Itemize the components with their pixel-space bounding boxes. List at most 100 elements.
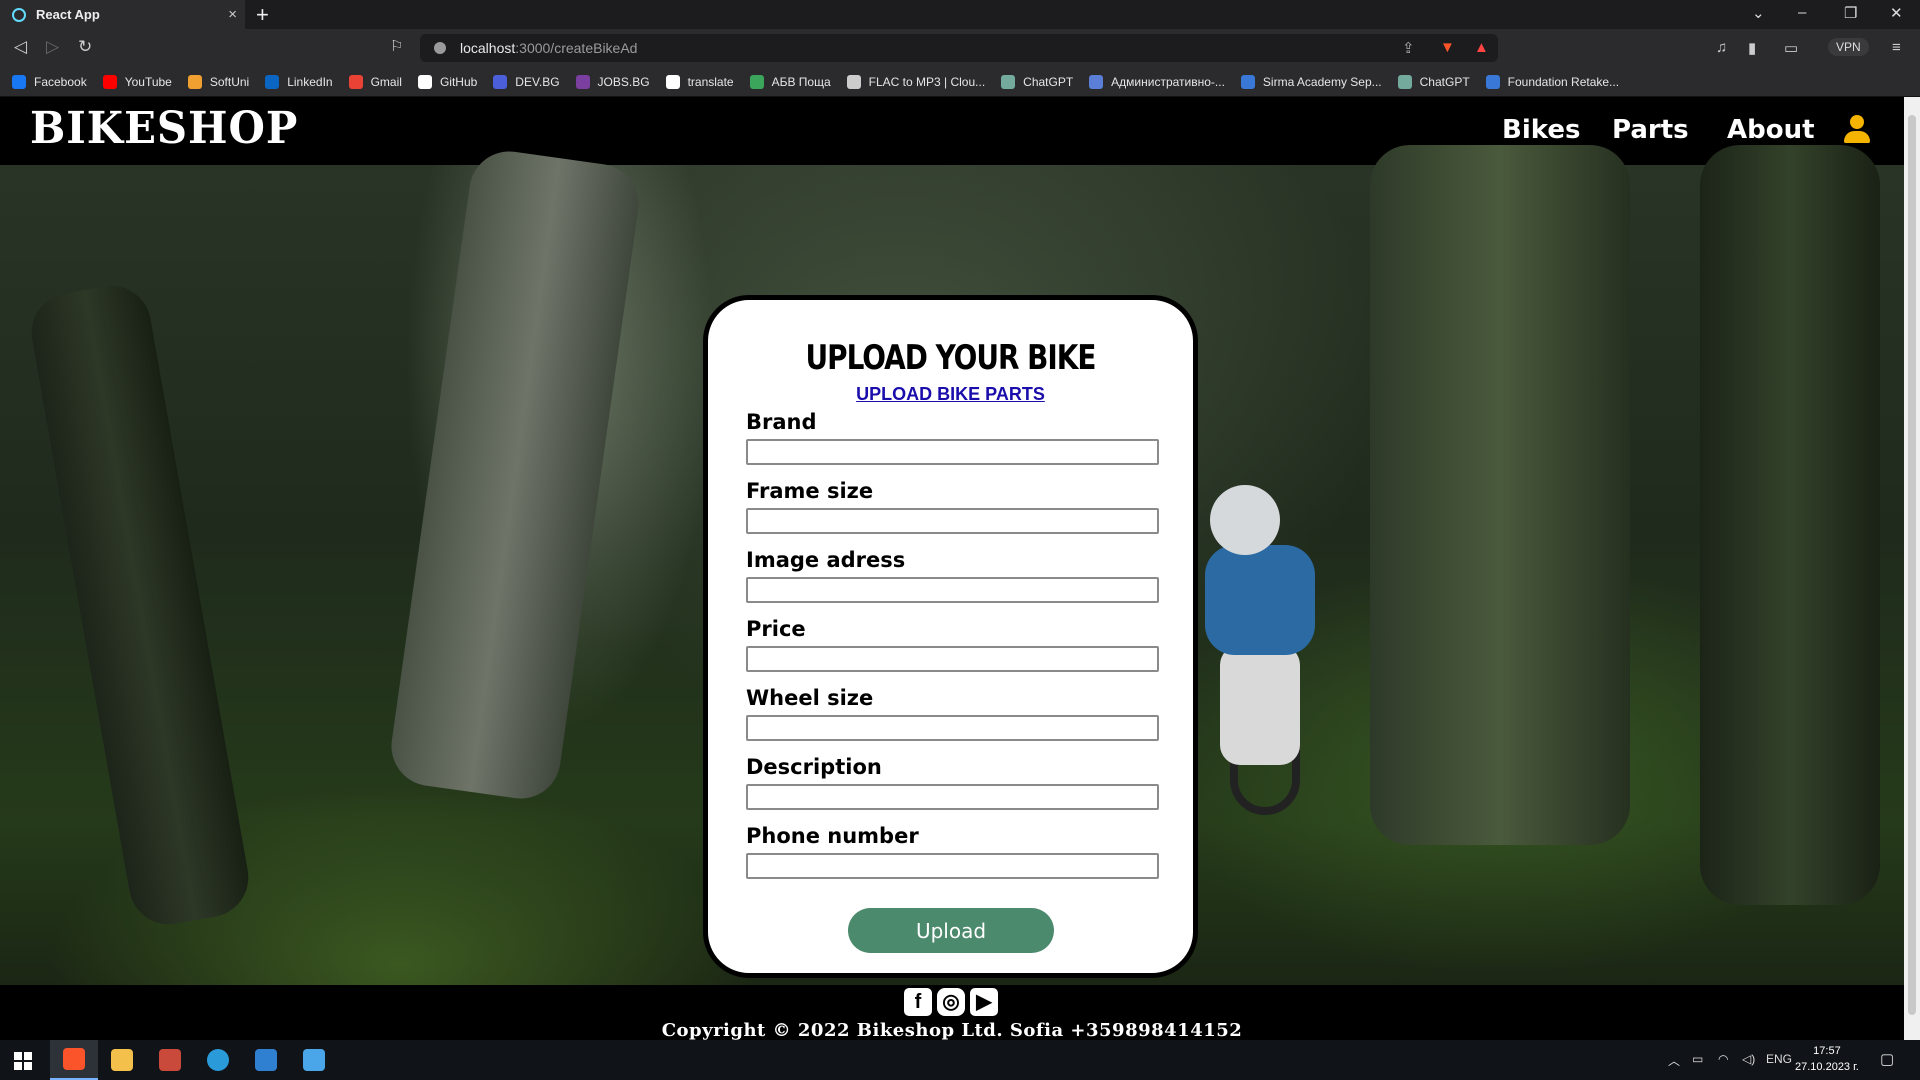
upload-bike-form: UPLOAD YOUR BIKE UPLOAD BIKE PARTS Brand… bbox=[703, 295, 1198, 978]
brand-input[interactable] bbox=[746, 439, 1159, 465]
wheel-size-input[interactable] bbox=[746, 715, 1159, 741]
menu-icon[interactable]: ≡ bbox=[1892, 39, 1901, 56]
reload-button[interactable]: ↻ bbox=[78, 37, 92, 57]
hero-forest-background: UPLOAD YOUR BIKE UPLOAD BIKE PARTS Brand… bbox=[0, 145, 1904, 985]
bookmark-item[interactable]: Facebook bbox=[12, 74, 87, 89]
price-label: Price bbox=[746, 617, 806, 641]
instagram-icon[interactable]: ◎ bbox=[937, 988, 965, 1016]
site-logo[interactable]: BIKESHOP bbox=[30, 103, 298, 154]
tab-react-app[interactable]: React App × bbox=[0, 0, 245, 29]
wallet-icon[interactable]: ▭ bbox=[1784, 39, 1798, 57]
description-input[interactable] bbox=[746, 784, 1159, 810]
bookmark-item[interactable]: DEV.BG bbox=[493, 74, 560, 89]
wifi-icon[interactable]: ◠ bbox=[1718, 1052, 1728, 1066]
volume-icon[interactable]: ◁) bbox=[1742, 1052, 1755, 1066]
windows-taskbar: ︿ ▭ ◠ ◁) ENG 17:57 27.10.2023 г. ▢ bbox=[0, 1040, 1920, 1080]
bookmark-item[interactable]: translate bbox=[665, 74, 734, 89]
phone-number-label: Phone number bbox=[746, 824, 919, 848]
url-bar[interactable]: localhost :3000/createBikeAd bbox=[420, 34, 1498, 62]
taskbar-edge-icon[interactable] bbox=[194, 1040, 242, 1080]
language-indicator[interactable]: ENG bbox=[1766, 1052, 1792, 1066]
forward-button[interactable]: ▷ bbox=[46, 37, 59, 57]
site-info-icon[interactable] bbox=[434, 42, 446, 54]
bookmark-favicon-icon bbox=[749, 74, 764, 89]
vpn-button[interactable]: VPN bbox=[1828, 38, 1869, 56]
tab-close-icon[interactable]: × bbox=[228, 6, 237, 23]
vscode-glyph bbox=[255, 1049, 277, 1071]
instagram-glyph: ◎ bbox=[942, 991, 960, 1013]
media-icon[interactable]: ♫ bbox=[1716, 39, 1727, 56]
tree-trunk bbox=[1700, 145, 1880, 905]
bookmark-item[interactable]: Административно-... bbox=[1089, 74, 1225, 89]
bookmark-label: DEV.BG bbox=[515, 74, 560, 89]
taskbar-app-icon[interactable] bbox=[146, 1040, 194, 1080]
system-clock[interactable]: 17:57 27.10.2023 г. bbox=[1795, 1043, 1859, 1075]
page-scrollbar[interactable] bbox=[1904, 97, 1920, 1040]
react-icon bbox=[12, 7, 26, 22]
sidebar-icon[interactable]: ▮ bbox=[1748, 39, 1756, 57]
taskbar-vscode-icon[interactable] bbox=[242, 1040, 290, 1080]
description-label: Description bbox=[746, 755, 882, 779]
bookmark-label: ChatGPT bbox=[1419, 74, 1470, 89]
nav-bikes[interactable]: Bikes bbox=[1502, 115, 1580, 145]
phone-number-input[interactable] bbox=[746, 853, 1159, 879]
windows-start-icon[interactable] bbox=[14, 1052, 32, 1070]
rider-helmet bbox=[1210, 485, 1280, 555]
taskbar-explorer-icon[interactable] bbox=[98, 1040, 146, 1080]
maximize-button[interactable]: ❐ bbox=[1844, 4, 1857, 22]
bookmark-label: Sirma Academy Sep... bbox=[1262, 74, 1382, 89]
close-window-button[interactable]: ✕ bbox=[1890, 4, 1903, 22]
bookmark-item[interactable]: YouTube bbox=[102, 74, 172, 89]
bookmark-item[interactable]: Sirma Academy Sep... bbox=[1240, 74, 1382, 89]
battery-icon[interactable]: ▭ bbox=[1692, 1052, 1703, 1066]
back-button[interactable]: ◁ bbox=[14, 37, 27, 57]
bookmark-item[interactable]: ChatGPT bbox=[1397, 74, 1470, 89]
bookmark-favicon-icon bbox=[348, 74, 363, 89]
paint-glyph bbox=[303, 1049, 325, 1071]
bookmark-item[interactable]: Foundation Retake... bbox=[1485, 74, 1619, 89]
bookmark-item[interactable]: SoftUni bbox=[187, 74, 250, 89]
bookmark-icon[interactable]: ⚐ bbox=[390, 37, 403, 55]
bookmark-item[interactable]: LinkedIn bbox=[265, 74, 333, 89]
brave-rewards-icon[interactable]: ▲ bbox=[1474, 39, 1489, 56]
bookmark-favicon-icon bbox=[102, 74, 117, 89]
facebook-icon[interactable]: f bbox=[904, 988, 932, 1016]
bookmark-item[interactable]: GitHub bbox=[417, 74, 477, 89]
bookmark-item[interactable]: ChatGPT bbox=[1001, 74, 1073, 89]
bookmark-label: YouTube bbox=[124, 74, 172, 89]
upload-button[interactable]: Upload bbox=[848, 908, 1054, 953]
bookmark-item[interactable]: АБВ Поща bbox=[749, 74, 831, 89]
new-tab-button[interactable]: + bbox=[256, 2, 269, 28]
edge-glyph bbox=[207, 1049, 229, 1071]
nav-parts[interactable]: Parts bbox=[1612, 115, 1689, 145]
bookmark-favicon-icon bbox=[1397, 74, 1412, 89]
vpn-label: VPN bbox=[1836, 40, 1861, 54]
tray-chevron-icon[interactable]: ︿ bbox=[1668, 1052, 1680, 1069]
taskbar-paint-icon[interactable] bbox=[290, 1040, 338, 1080]
bookmark-favicon-icon bbox=[187, 74, 202, 89]
scrollbar-thumb[interactable] bbox=[1908, 115, 1916, 1015]
start-tile bbox=[24, 1052, 32, 1060]
bookmark-favicon-icon bbox=[493, 74, 508, 89]
minimize-button[interactable]: – bbox=[1798, 4, 1806, 21]
tab-list-icon[interactable]: ⌄ bbox=[1752, 4, 1765, 22]
youtube-icon[interactable]: ▶ bbox=[970, 988, 998, 1016]
image-address-input[interactable] bbox=[746, 577, 1159, 603]
wheel-size-label: Wheel size bbox=[746, 686, 874, 710]
brave-shields-icon[interactable]: ▼ bbox=[1440, 39, 1455, 56]
bookmark-favicon-icon bbox=[12, 74, 26, 89]
taskbar-brave-icon[interactable] bbox=[50, 1040, 98, 1080]
bookmark-label: SoftUni bbox=[209, 74, 250, 89]
upload-bike-parts-link[interactable]: UPLOAD BIKE PARTS bbox=[708, 384, 1193, 405]
bookmark-item[interactable]: JOBS.BG bbox=[575, 74, 650, 89]
user-icon[interactable] bbox=[1844, 115, 1870, 143]
notification-icon[interactable]: ▢ bbox=[1880, 1050, 1894, 1068]
share-icon[interactable]: ⇪ bbox=[1402, 39, 1415, 57]
price-input[interactable] bbox=[746, 646, 1159, 672]
tree-trunk bbox=[1370, 145, 1630, 845]
frame-size-input[interactable] bbox=[746, 508, 1159, 534]
rider-shirt bbox=[1205, 545, 1315, 655]
bookmark-item[interactable]: FLAC to MP3 | Clou... bbox=[846, 74, 985, 89]
bookmark-item[interactable]: Gmail bbox=[348, 74, 402, 89]
nav-about[interactable]: About bbox=[1727, 115, 1815, 145]
